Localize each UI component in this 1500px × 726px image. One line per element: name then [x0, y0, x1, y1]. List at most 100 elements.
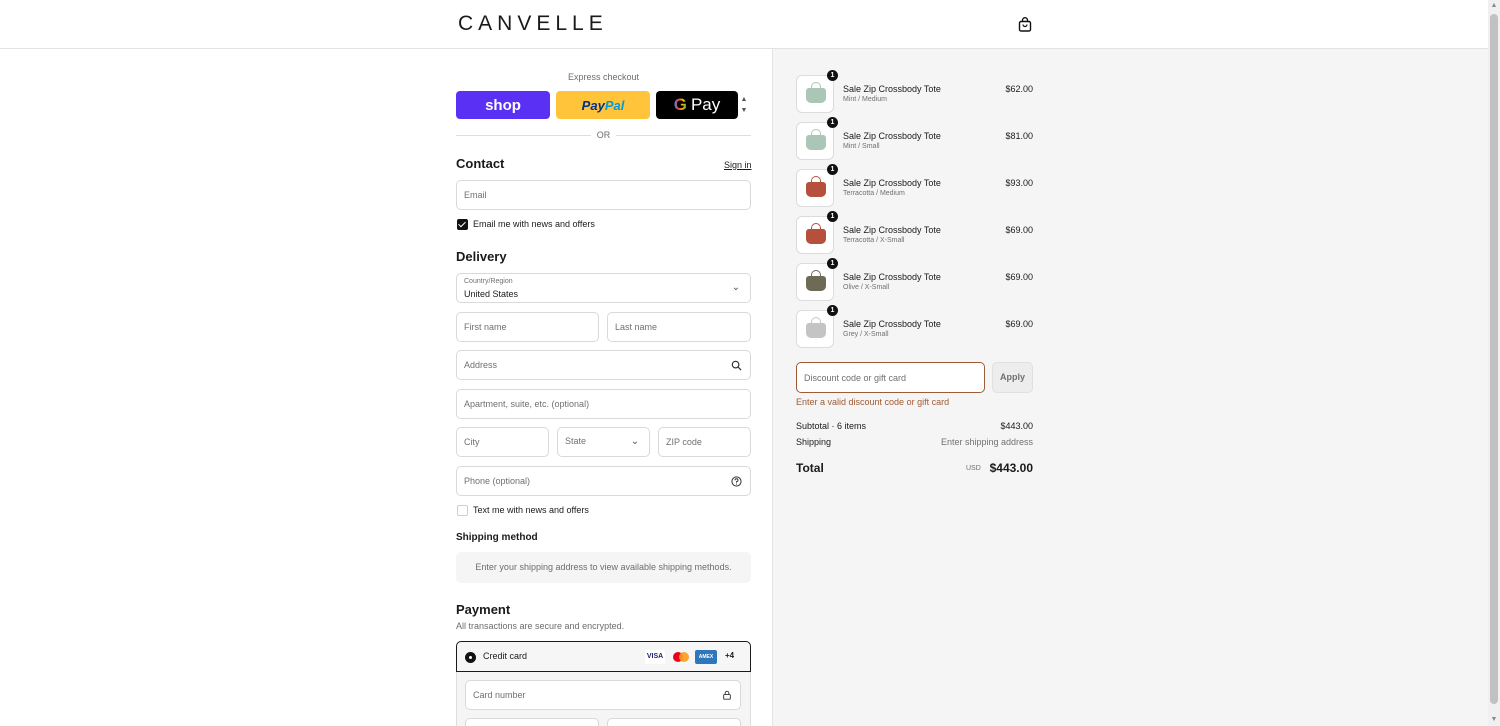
- product-thumbnail: 1: [796, 211, 838, 254]
- discount-error-message: Enter a valid discount code or gift card: [796, 397, 950, 407]
- product-name: Sale Zip Crossbody Tote: [843, 319, 941, 329]
- product-variant: Terracotta / X-Small: [843, 237, 905, 244]
- visa-icon: VISA: [645, 650, 665, 664]
- text-news-checkbox[interactable]: [457, 505, 468, 516]
- expiration-field[interactable]: [465, 718, 599, 726]
- total-currency: USD: [966, 465, 981, 472]
- tote-bag-image: [806, 270, 826, 291]
- shipping-value: Enter shipping address: [940, 437, 1033, 447]
- product-thumbnail: 1: [796, 70, 838, 113]
- country-label: Country/Region: [464, 278, 513, 285]
- credit-card-radio[interactable]: [465, 652, 476, 663]
- product-price: $69.00: [1005, 225, 1033, 235]
- product-variant: Mint / Medium: [843, 96, 887, 103]
- email-news-checkbox[interactable]: [457, 219, 468, 230]
- subtotal-value: $443.00: [1000, 421, 1033, 431]
- shipping-method-message: Enter your shipping address to view avai…: [456, 552, 751, 583]
- quantity-badge: 1: [827, 164, 838, 175]
- product-thumbnail: 1: [796, 258, 838, 301]
- store-logo[interactable]: CANVELLE: [458, 12, 608, 36]
- product-variant: Grey / X-Small: [843, 331, 889, 338]
- product-name: Sale Zip Crossbody Tote: [843, 272, 941, 282]
- tote-bag-image: [806, 317, 826, 338]
- google-pay-button[interactable]: G Pay: [656, 91, 738, 119]
- help-circle-icon[interactable]: [731, 476, 742, 487]
- scroll-down-arrow-icon[interactable]: ▼: [1490, 716, 1498, 724]
- express-scroll-arrows-icon[interactable]: ▲ ▼: [740, 94, 748, 116]
- first-name-field[interactable]: First name: [456, 312, 599, 342]
- apply-discount-button[interactable]: Apply: [992, 362, 1033, 393]
- quantity-badge: 1: [827, 70, 838, 81]
- scroll-up-arrow-icon[interactable]: ▲: [1490, 2, 1498, 10]
- scrollbar-thumb[interactable]: [1490, 14, 1498, 704]
- discount-placeholder: Discount code or gift card: [804, 373, 907, 383]
- more-cards-count: +4: [725, 651, 735, 660]
- or-divider: OR: [456, 130, 751, 140]
- city-field[interactable]: City: [456, 427, 549, 457]
- paypal-label-part1: Pay: [581, 97, 605, 113]
- cart-item: 1 Sale Zip Crossbody Tote Mint / Small $81.…: [796, 117, 1033, 162]
- last-name-placeholder: Last name: [615, 322, 658, 332]
- product-price: $81.00: [1005, 131, 1033, 141]
- shop-pay-button[interactable]: shop: [456, 91, 550, 119]
- product-variant: Olive / X-Small: [843, 284, 890, 291]
- quantity-badge: 1: [827, 258, 838, 269]
- email-field[interactable]: Email: [456, 180, 751, 210]
- security-code-field[interactable]: [607, 718, 741, 726]
- tote-bag-image: [806, 129, 826, 150]
- shopping-bag-icon[interactable]: [1018, 17, 1032, 32]
- site-header: CANVELLE: [0, 0, 1488, 49]
- chevron-down-icon: ⌄: [731, 282, 741, 293]
- city-placeholder: City: [464, 437, 480, 447]
- tote-bag-image: [806, 176, 826, 197]
- product-price: $69.00: [1005, 272, 1033, 282]
- sign-in-link[interactable]: Sign in: [724, 160, 752, 170]
- search-icon: [731, 360, 742, 371]
- phone-field[interactable]: Phone (optional): [456, 466, 751, 496]
- state-placeholder: State: [565, 436, 587, 446]
- last-name-field[interactable]: Last name: [607, 312, 751, 342]
- amex-icon: AMEX: [695, 650, 717, 664]
- apartment-field[interactable]: Apartment, suite, etc. (optional): [456, 389, 751, 419]
- zip-field[interactable]: ZIP code: [658, 427, 751, 457]
- email-placeholder: Email: [464, 190, 487, 200]
- lock-icon: [723, 690, 731, 700]
- shipping-method-heading: Shipping method: [456, 532, 538, 543]
- shipping-row: Shipping Enter shipping address: [796, 437, 1033, 447]
- cart-item: 1 Sale Zip Crossbody Tote Mint / Medium $62…: [796, 70, 1033, 115]
- page-scrollbar[interactable]: ▲ ▼: [1488, 0, 1500, 726]
- country-select[interactable]: Country/Region United States ⌄: [456, 273, 751, 303]
- credit-card-option[interactable]: Credit card VISA AMEX +4: [456, 641, 751, 672]
- card-number-placeholder: Card number: [473, 690, 526, 700]
- google-g-icon: G: [673, 95, 687, 114]
- cart-item: 1 Sale Zip Crossbody Tote Terracotta / X-S…: [796, 211, 1033, 256]
- email-news-label: Email me with news and offers: [473, 219, 595, 229]
- phone-placeholder: Phone (optional): [464, 476, 531, 486]
- chevron-down-icon: ⌄: [630, 436, 640, 447]
- product-thumbnail: 1: [796, 164, 838, 207]
- quantity-badge: 1: [827, 305, 838, 316]
- mastercard-icon: [671, 650, 691, 664]
- quantity-badge: 1: [827, 117, 838, 128]
- product-price: $93.00: [1005, 178, 1033, 188]
- subtotal-label: Subtotal · 6 items: [796, 421, 867, 431]
- express-checkout-label: Express checkout: [567, 72, 640, 82]
- paypal-label-part2: Pal: [604, 97, 625, 113]
- tote-bag-image: [806, 82, 826, 103]
- cart-item: 1 Sale Zip Crossbody Tote Terracotta / Med…: [796, 164, 1033, 209]
- discount-code-field[interactable]: Discount code or gift card: [796, 362, 985, 393]
- shop-pay-label: shop: [485, 96, 521, 114]
- address-placeholder: Address: [464, 360, 498, 370]
- product-price: $62.00: [1005, 84, 1033, 94]
- apartment-placeholder: Apartment, suite, etc. (optional): [464, 399, 590, 409]
- product-variant: Mint / Small: [843, 143, 880, 150]
- contact-heading: Contact: [456, 156, 505, 171]
- state-select[interactable]: State ⌄: [557, 427, 650, 457]
- shipping-label: Shipping: [796, 437, 832, 447]
- paypal-button[interactable]: Pay Pal: [556, 91, 650, 119]
- card-number-field[interactable]: Card number: [465, 680, 741, 710]
- product-price: $69.00: [1005, 319, 1033, 329]
- credit-card-label: Credit card: [483, 651, 528, 661]
- product-thumbnail: 1: [796, 117, 838, 160]
- address-field[interactable]: Address: [456, 350, 751, 380]
